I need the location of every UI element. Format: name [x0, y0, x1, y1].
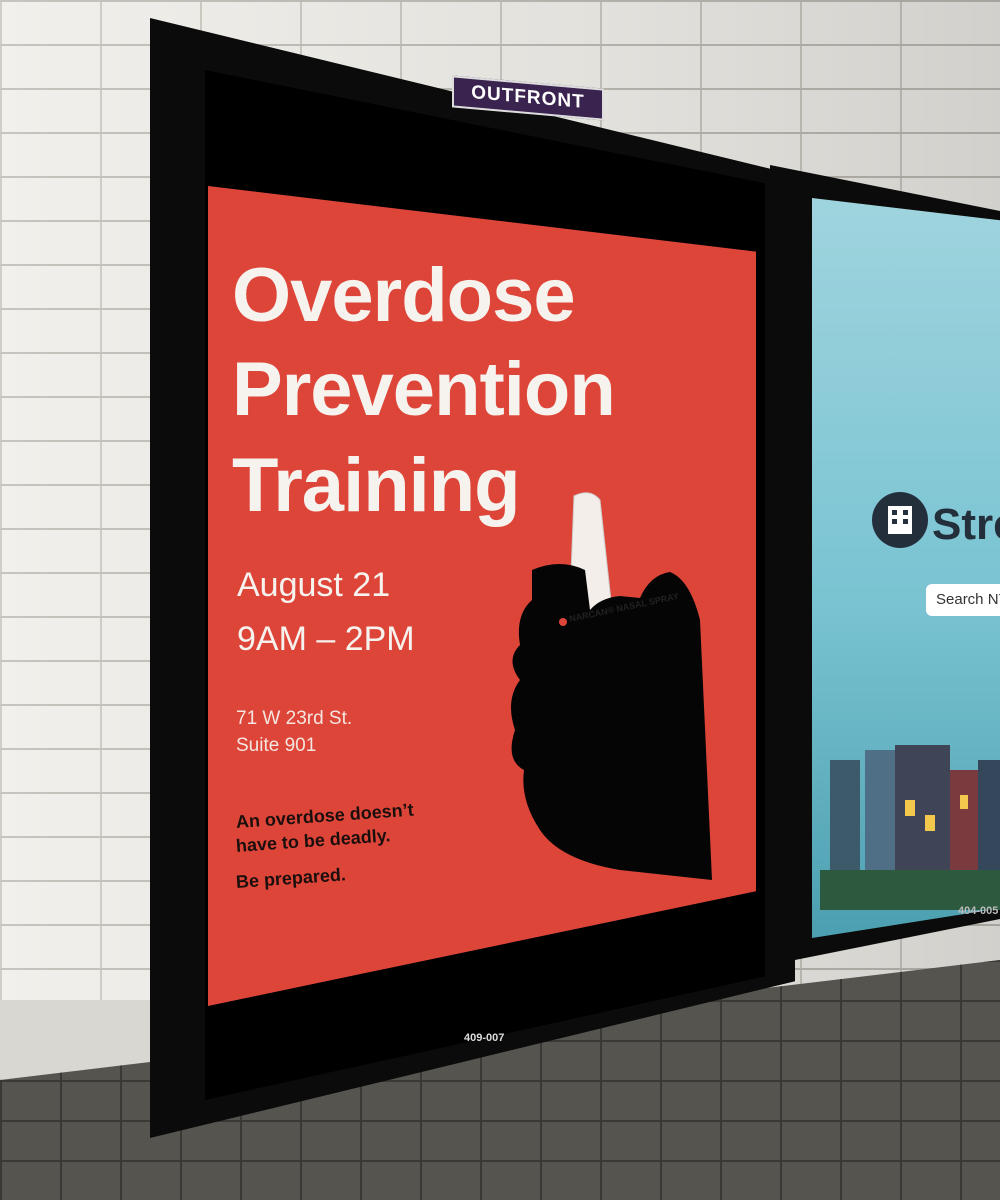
panel-code: 409-007: [464, 1032, 505, 1044]
hand-with-nasal-spray-illustration: NARCAN® NASAL SPRAY: [511, 492, 712, 880]
narcan-logo-icon: [559, 618, 567, 626]
